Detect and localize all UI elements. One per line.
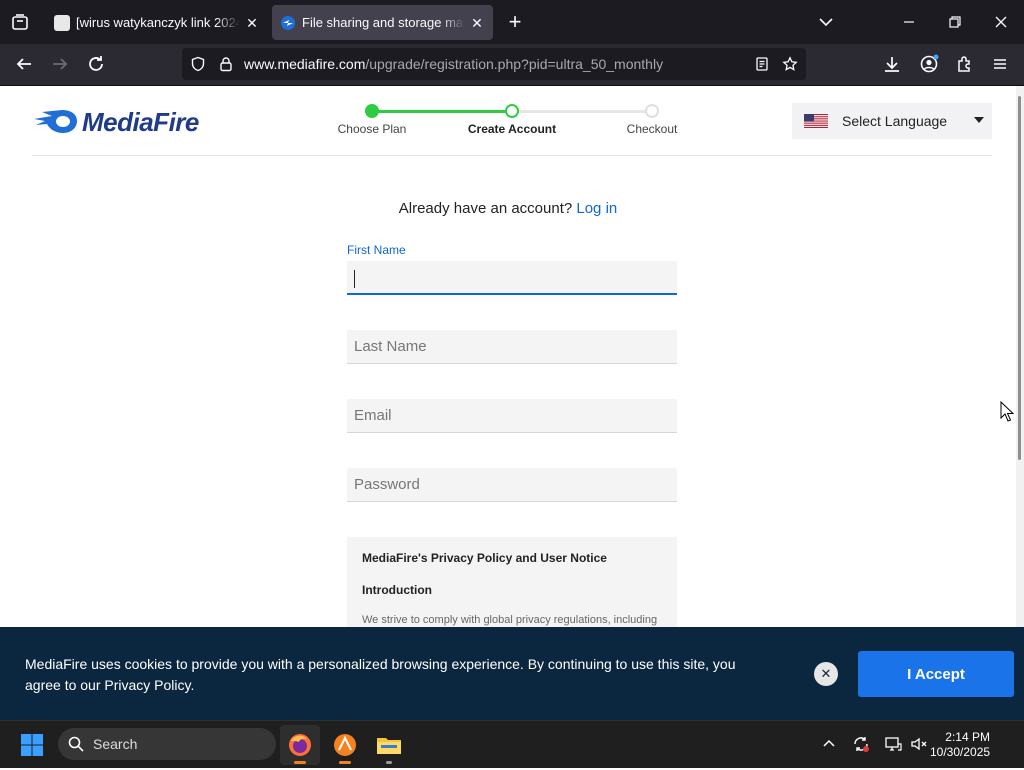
- sync-icon[interactable]: [852, 735, 870, 753]
- language-label: Select Language: [842, 113, 948, 129]
- mediafire-logo[interactable]: MediaFire: [32, 106, 222, 137]
- text-cursor: [354, 270, 355, 288]
- back-arrow-icon[interactable]: [12, 52, 36, 76]
- logo-wordmark: MediaFire: [82, 107, 199, 137]
- close-tab-icon[interactable]: ✕: [469, 15, 485, 31]
- first-name-label: First Name: [347, 243, 406, 257]
- step-label-checkout: Checkout: [626, 122, 678, 136]
- mouse-pointer-icon: [1000, 401, 1014, 422]
- address-bar[interactable]: www.mediafire.com/upgrade/registration.p…: [182, 48, 806, 80]
- language-select[interactable]: Select Language: [792, 103, 992, 139]
- step-remaining-line: [512, 110, 652, 113]
- url-path: /upgrade/registration.php?pid=ultra_50_m…: [365, 56, 664, 72]
- step-label-create-account: Create Account: [467, 122, 557, 136]
- search-icon: [68, 736, 84, 752]
- reader-view-icon[interactable]: [754, 56, 770, 72]
- tab-mediafire[interactable]: File sharing and storage made s ✕: [272, 5, 493, 40]
- running-indicator: [294, 761, 306, 764]
- clock-time: 2:14 PM: [945, 730, 990, 744]
- email-input[interactable]: [347, 399, 677, 433]
- close-banner-icon[interactable]: ✕: [814, 662, 838, 686]
- hamburger-menu-icon[interactable]: [988, 52, 1012, 76]
- url-domain: www.mediafire.com: [244, 56, 366, 72]
- step-dot-current: [505, 104, 519, 118]
- tab-list-icon[interactable]: [8, 10, 32, 34]
- mediafire-favicon-icon: [280, 15, 296, 31]
- firefox-taskbar-icon[interactable]: [280, 725, 320, 765]
- windows-taskbar: Search 2:14 PM 10/30/2025: [0, 720, 1024, 768]
- bookmark-star-icon[interactable]: [782, 56, 798, 72]
- first-name-input[interactable]: [347, 261, 677, 295]
- volume-muted-icon[interactable]: [910, 735, 928, 753]
- forward-arrow-icon[interactable]: [48, 52, 72, 76]
- tab-wirus[interactable]: [wirus watykanczyk link 2024 do ✕: [46, 5, 268, 40]
- display-network-icon[interactable]: [884, 735, 902, 753]
- restore-icon[interactable]: [943, 10, 967, 34]
- dropdown-caret-icon: [974, 117, 984, 123]
- mediafire-flame-icon: [34, 110, 77, 133]
- reload-icon[interactable]: [84, 52, 108, 76]
- login-link[interactable]: Log in: [576, 200, 617, 217]
- account-icon[interactable]: [917, 52, 941, 76]
- clock-date: 10/30/2025: [930, 745, 991, 759]
- checkout-stepper: Choose Plan Create Account Checkout: [330, 102, 690, 142]
- list-all-tabs-chevron-icon[interactable]: [814, 10, 838, 34]
- accept-cookies-button[interactable]: I Accept: [858, 651, 1014, 697]
- search-label: Search: [93, 736, 138, 752]
- navigation-toolbar: www.mediafire.com/upgrade/registration.p…: [0, 44, 1024, 86]
- policy-title: MediaFire's Privacy Policy and User Noti…: [362, 551, 607, 565]
- running-indicator: [339, 761, 351, 764]
- close-tab-icon[interactable]: ✕: [244, 15, 260, 31]
- scrollbar-thumb[interactable]: [1018, 96, 1021, 460]
- policy-subtitle: Introduction: [362, 583, 432, 597]
- windows-start-icon[interactable]: [20, 733, 44, 757]
- taskbar-search-box[interactable]: Search: [58, 728, 276, 760]
- step-dot-todo: [645, 104, 659, 118]
- url-text: www.mediafire.com/upgrade/registration.p…: [244, 56, 663, 72]
- extensions-puzzle-icon[interactable]: [953, 52, 977, 76]
- tab-title: File sharing and storage made s: [302, 15, 465, 30]
- document-favicon-icon: [54, 14, 70, 31]
- password-input[interactable]: [347, 468, 677, 502]
- already-have-account: Already have an account? Log in: [0, 200, 1016, 217]
- cookie-text: MediaFire uses cookies to provide you wi…: [25, 656, 736, 693]
- file-explorer-taskbar-icon[interactable]: [369, 725, 409, 765]
- step-label-choose-plan: Choose Plan: [337, 122, 407, 136]
- running-indicator: [386, 761, 392, 764]
- us-flag-icon: [804, 114, 828, 128]
- downloads-icon[interactable]: [880, 52, 904, 76]
- app-taskbar-icon[interactable]: [325, 725, 365, 765]
- header-divider: [32, 155, 992, 156]
- browser-tab-bar: [wirus watykanczyk link 2024 do ✕ File s…: [0, 0, 1024, 44]
- minimize-icon[interactable]: [897, 10, 921, 34]
- step-dot-done: [365, 104, 379, 118]
- last-name-input[interactable]: [347, 330, 677, 364]
- step-progress-line: [372, 110, 512, 113]
- tab-title: [wirus watykanczyk link 2024 do: [76, 15, 240, 30]
- show-hidden-icons-chevron-icon[interactable]: [820, 735, 838, 753]
- system-clock[interactable]: 2:14 PM 10/30/2025: [930, 730, 990, 760]
- lock-icon[interactable]: [218, 56, 234, 72]
- already-text: Already have an account?: [398, 200, 573, 217]
- cookie-banner: MediaFire uses cookies to provide you wi…: [0, 627, 1024, 720]
- close-window-icon[interactable]: [989, 10, 1013, 34]
- new-tab-plus-icon[interactable]: +: [503, 10, 527, 34]
- shield-icon[interactable]: [190, 56, 206, 72]
